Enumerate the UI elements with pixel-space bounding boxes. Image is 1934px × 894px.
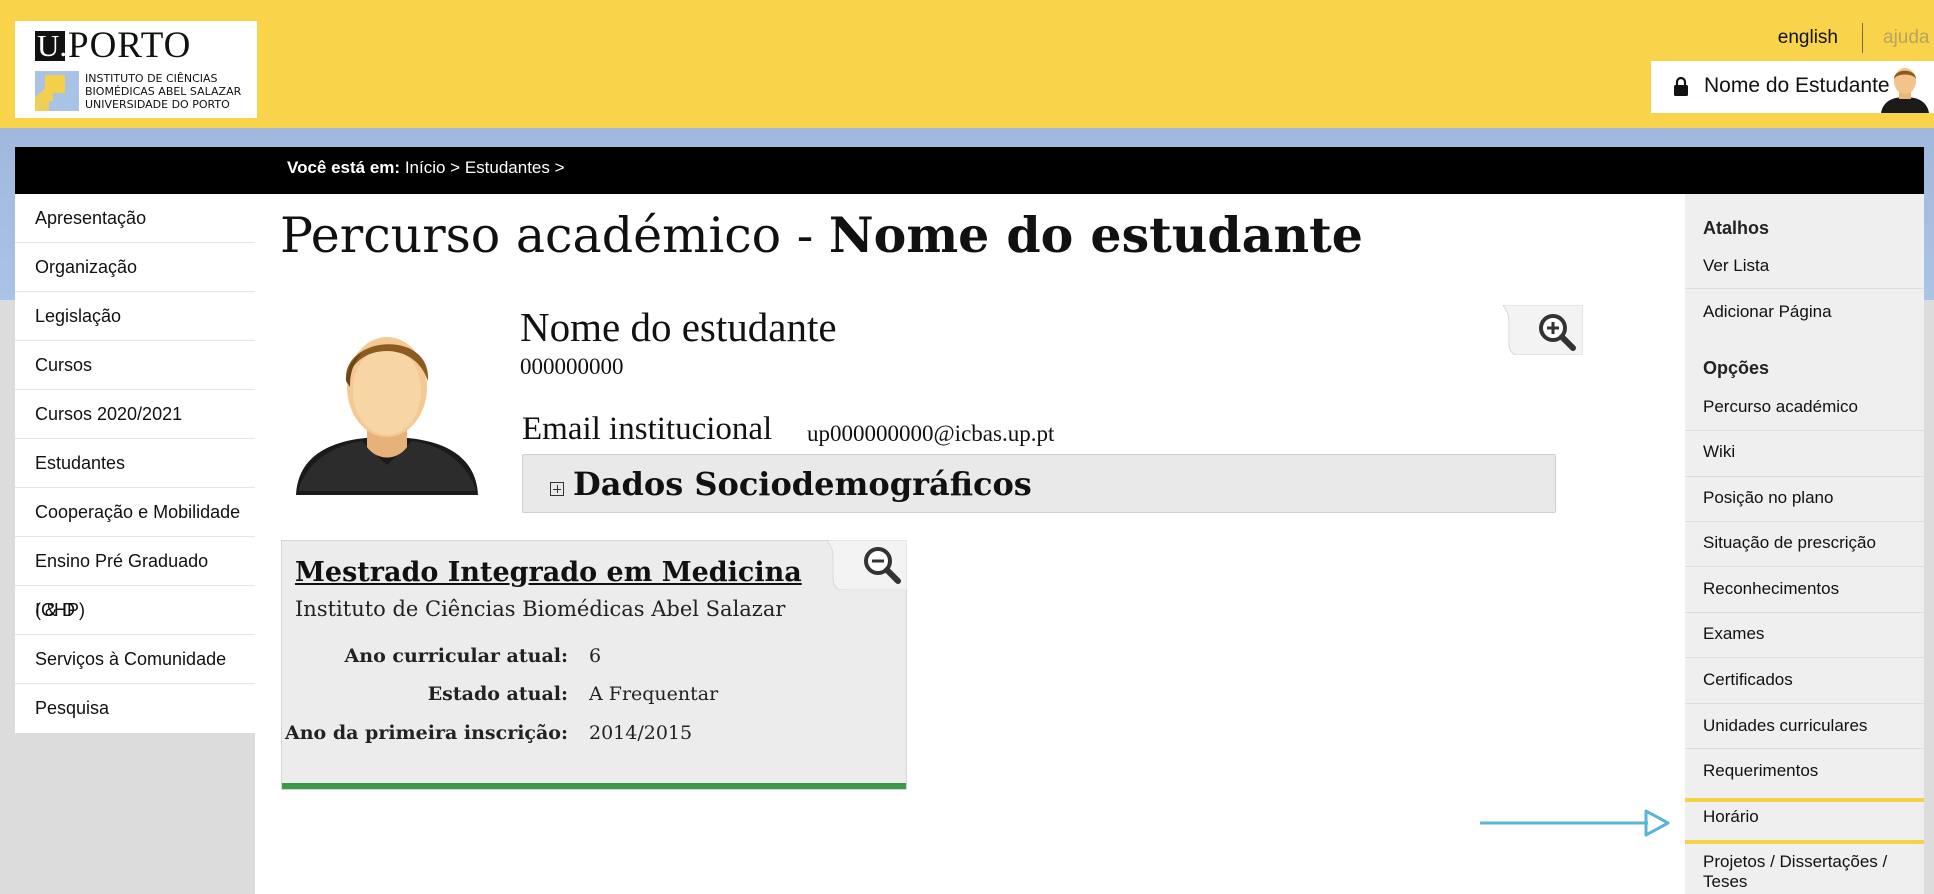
- shortcut-adicionar-pagina[interactable]: Adicionar Página: [1703, 302, 1832, 322]
- logo-line-1: INSTITUTO DE CIÊNCIAS: [85, 72, 218, 85]
- divider: [1685, 566, 1924, 567]
- option-wiki[interactable]: Wiki: [1703, 442, 1735, 462]
- uporto-logo[interactable]: U. PORTO INSTITUTO DE CIÊNCIAS BIOMÉDICA…: [15, 21, 257, 118]
- zoom-in-button[interactable]: [1501, 305, 1583, 355]
- nav-item-organizacao[interactable]: Organização: [15, 243, 255, 292]
- user-name: Nome do Estudante: [1704, 74, 1890, 97]
- zoom-out-icon: [826, 540, 907, 590]
- divider: [1685, 521, 1924, 522]
- divider: [1685, 430, 1924, 431]
- nav-item-apresentacao[interactable]: Apresentação: [15, 194, 255, 243]
- divider: [1685, 288, 1924, 289]
- zoom-in-icon: [1502, 305, 1583, 355]
- logo-u-letter: U.: [35, 28, 68, 63]
- highlight-top-line: [1685, 798, 1924, 802]
- nav-item-pesquisa[interactable]: Pesquisa: [15, 684, 255, 733]
- divider: [1685, 612, 1924, 613]
- course-institution: Instituto de Ciências Biomédicas Abel Sa…: [295, 597, 786, 621]
- option-certificados[interactable]: Certificados: [1703, 670, 1793, 690]
- student-photo: [292, 305, 482, 495]
- top-header: [0, 0, 1934, 128]
- breadcrumb-path[interactable]: Início > Estudantes >: [405, 158, 565, 177]
- language-link[interactable]: english: [1778, 27, 1838, 49]
- option-reconhecimentos[interactable]: Reconhecimentos: [1703, 579, 1839, 599]
- user-avatar: [1881, 68, 1929, 113]
- course-row-label: Estado atual:: [427, 683, 568, 705]
- option-situacao-prescricao[interactable]: Situação de prescrição: [1703, 533, 1876, 553]
- page-title: Percurso académico - Nome do estudante: [280, 206, 1363, 264]
- arrow-right-icon: [1480, 809, 1670, 837]
- left-nav: Apresentação Organização Legislação Curs…: [15, 194, 255, 733]
- divider: [1685, 476, 1924, 477]
- course-card: Mestrado Integrado em Medicina Instituto…: [281, 540, 907, 790]
- right-panel: Atalhos Ver Lista Adicionar Página Opçõe…: [1685, 194, 1924, 894]
- page-title-prefix: Percurso académico -: [280, 207, 829, 264]
- sociodemographic-title[interactable]: Dados Sociodemográficos: [573, 465, 1032, 503]
- user-menu[interactable]: Nome do Estudante: [1651, 61, 1934, 113]
- course-title[interactable]: Mestrado Integrado em Medicina: [295, 557, 802, 588]
- options-heading: Opções: [1703, 358, 1770, 378]
- option-exames[interactable]: Exames: [1703, 624, 1764, 644]
- logo-mark-icon: [35, 71, 79, 111]
- shortcut-ver-lista[interactable]: Ver Lista: [1703, 256, 1769, 276]
- email-label: Email institucional: [522, 411, 773, 447]
- option-requerimentos[interactable]: Requerimentos: [1703, 761, 1818, 781]
- nav-item-cooperacao[interactable]: Cooperação e Mobilidade: [15, 488, 255, 537]
- option-unidades-curriculares[interactable]: Unidades curriculares: [1703, 716, 1867, 736]
- lock-icon: [1674, 76, 1688, 96]
- course-row-label: Ano da primeira inscrição:: [284, 722, 568, 744]
- option-percurso-academico[interactable]: Percurso académico: [1703, 397, 1858, 417]
- option-projetos-dissertacoes[interactable]: Projetos / Dissertações / Teses: [1703, 852, 1924, 892]
- logo-word: PORTO: [68, 25, 192, 66]
- course-row-value: 2014/2015: [589, 722, 693, 744]
- course-row-value: 6: [589, 645, 602, 667]
- divider: [1685, 703, 1924, 704]
- zoom-out-button[interactable]: [825, 540, 907, 590]
- email-value[interactable]: up000000000@icbas.up.pt: [807, 421, 1054, 447]
- nav-item-servicos[interactable]: Serviços à Comunidade: [15, 635, 255, 684]
- sociodemographic-panel[interactable]: Dados Sociodemográficos: [522, 454, 1556, 513]
- course-row-first-enrollment: Ano da primeira inscrição: 2014/2015: [282, 722, 908, 752]
- course-row-year: Ano curricular atual: 6: [282, 645, 908, 675]
- expand-plus-icon[interactable]: [550, 482, 564, 496]
- highlight-bottom-line: [1685, 840, 1924, 844]
- course-row-label: Ano curricular atual:: [344, 645, 568, 667]
- breadcrumb-prefix: Você está em:: [287, 158, 401, 177]
- divider: [1685, 748, 1924, 749]
- student-number: 000000000: [520, 354, 624, 379]
- option-posicao-no-plano[interactable]: Posição no plano: [1703, 488, 1833, 508]
- header-divider: [1862, 23, 1863, 53]
- nav-item-i-d[interactable]: I & D: [15, 586, 255, 635]
- nav-item-ensino-pre-graduado[interactable]: Ensino Pré Graduado (CHP): [15, 537, 255, 620]
- nav-item-legislacao[interactable]: Legislação: [15, 292, 255, 341]
- student-name: Nome do estudante: [520, 304, 837, 350]
- help-link[interactable]: ajuda: [1883, 27, 1930, 49]
- logo-institution-text: INSTITUTO DE CIÊNCIAS BIOMÉDICAS ABEL SA…: [85, 72, 241, 111]
- nav-item-cursos-2020[interactable]: Cursos 2020/2021: [15, 390, 255, 439]
- divider: [1685, 657, 1924, 658]
- logo-line-2: BIOMÉDICAS ABEL SALAZAR: [85, 85, 242, 98]
- course-row-status: Estado atual: A Frequentar: [282, 683, 908, 713]
- option-horario[interactable]: Horário: [1703, 807, 1759, 827]
- logo-line-3: UNIVERSIDADE DO PORTO: [85, 98, 230, 111]
- course-row-value: A Frequentar: [589, 683, 719, 705]
- nav-item-cursos[interactable]: Cursos: [15, 341, 255, 390]
- breadcrumb: Você está em: Início > Estudantes >: [287, 158, 565, 178]
- course-status-bar: [282, 783, 906, 789]
- nav-item-estudantes[interactable]: Estudantes: [15, 439, 255, 488]
- shortcuts-heading: Atalhos: [1703, 218, 1770, 238]
- page-title-name: Nome do estudante: [828, 206, 1363, 264]
